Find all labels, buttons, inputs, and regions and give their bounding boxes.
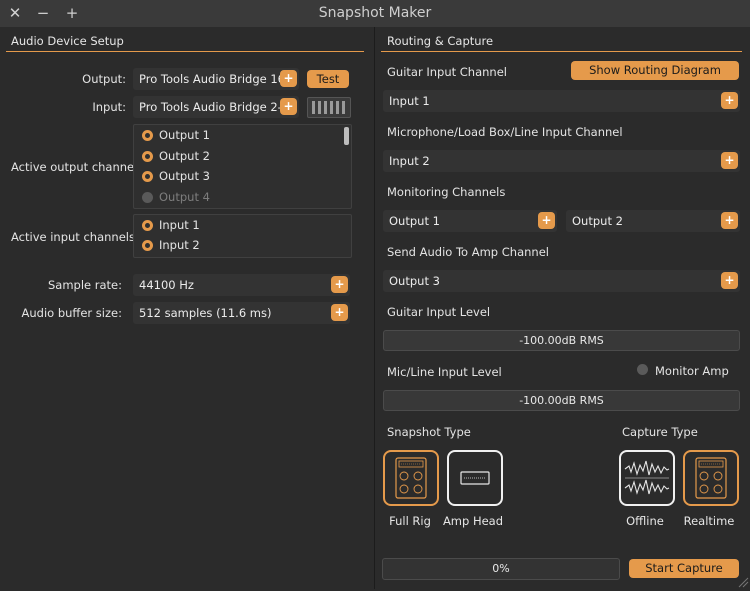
buffer-size-dropdown-icon[interactable]: + (331, 304, 348, 321)
amp-head-option[interactable] (447, 450, 503, 506)
start-capture-button[interactable]: Start Capture (629, 559, 739, 578)
output-channel-label: Output 1 (159, 128, 210, 142)
output-channel-label: Output 4 (159, 190, 210, 204)
output-channel-label: Output 2 (159, 149, 210, 163)
snapshot-type-label: Snapshot Type (387, 425, 471, 439)
offline-option[interactable] (619, 450, 675, 506)
full-rig-option[interactable] (383, 450, 439, 506)
section-underline (381, 51, 742, 52)
realtime-option[interactable] (683, 450, 739, 506)
output-1-checkbox[interactable] (142, 130, 153, 141)
input-channel-label: Input 1 (159, 218, 200, 232)
resize-grip-icon[interactable] (737, 576, 749, 588)
section-underline (6, 51, 364, 52)
output-device-value: Pro Tools Audio Bridge 16 (139, 72, 286, 86)
section-title-routing: Routing & Capture (387, 34, 494, 48)
realtime-label: Realtime (683, 514, 735, 528)
input-level-meter (307, 97, 351, 118)
sample-rate-dropdown-icon[interactable]: + (331, 276, 348, 293)
progress-text: 0% (492, 562, 510, 575)
send-audio-label: Send Audio To Amp Channel (387, 245, 549, 259)
output-label: Output: (82, 72, 126, 86)
capture-type-label: Capture Type (622, 425, 698, 439)
output-channel-label: Output 3 (159, 169, 210, 183)
output-4-checkbox[interactable] (142, 192, 153, 203)
scrollbar-thumb[interactable] (344, 127, 349, 145)
amp-cabinet-icon (395, 457, 427, 499)
guitar-input-select[interactable]: Input 1 (383, 90, 740, 112)
monitor-amp-checkbox[interactable] (637, 364, 648, 375)
guitar-input-dropdown-icon[interactable]: + (721, 92, 738, 109)
show-routing-diagram-button[interactable]: Show Routing Diagram (571, 61, 739, 80)
monitor-left-dropdown-icon[interactable]: + (538, 212, 555, 229)
guitar-input-level-label: Guitar Input Level (387, 305, 491, 319)
input-device-dropdown-icon[interactable]: + (280, 98, 297, 115)
monitor-right-dropdown-icon[interactable]: + (721, 212, 738, 229)
output-device-select[interactable]: Pro Tools Audio Bridge 16 (133, 68, 299, 90)
waveform-icon (624, 460, 670, 495)
monitor-left-select[interactable]: Output 1 (383, 210, 557, 232)
input-label: Input: (92, 100, 126, 114)
monitor-left-value: Output 1 (389, 214, 440, 228)
send-audio-value: Output 3 (389, 274, 440, 288)
amp-head-icon (460, 471, 490, 485)
title-bar: ✕ − + Snapshot Maker (0, 0, 750, 27)
send-audio-dropdown-icon[interactable]: + (721, 272, 738, 289)
sample-rate-label: Sample rate: (47, 278, 122, 292)
monitor-amp-label: Monitor Amp (655, 364, 729, 378)
input-device-select[interactable]: Pro Tools Audio Bridge 2-A (133, 96, 299, 118)
monitor-right-value: Output 2 (572, 214, 623, 228)
mic-line-input-level-label: Mic/Line Input Level (387, 365, 502, 379)
input-1-checkbox[interactable] (142, 220, 153, 231)
mic-input-value: Input 2 (389, 154, 430, 168)
output-2-checkbox[interactable] (142, 151, 153, 162)
active-output-channels-label: Active output channels: (11, 160, 148, 174)
active-input-channels-label: Active input channels: (11, 230, 139, 244)
input-device-value: Pro Tools Audio Bridge 2-A (139, 100, 290, 114)
buffer-size-value: 512 samples (11.6 ms) (139, 306, 272, 320)
capture-progress-bar: 0% (382, 558, 620, 580)
mic-input-channel-label: Microphone/Load Box/Line Input Channel (387, 125, 623, 139)
guitar-input-channel-label: Guitar Input Channel (387, 65, 507, 79)
monitoring-channels-label: Monitoring Channels (387, 185, 506, 199)
guitar-input-value: Input 1 (389, 94, 430, 108)
amp-cabinet-icon (695, 457, 727, 499)
mic-input-select[interactable]: Input 2 (383, 150, 740, 172)
test-button[interactable]: Test (307, 70, 349, 88)
buffer-size-select[interactable]: 512 samples (11.6 ms) (133, 302, 350, 324)
input-channel-label: Input 2 (159, 238, 200, 252)
window-title: Snapshot Maker (318, 5, 432, 21)
output-device-dropdown-icon[interactable]: + (280, 70, 297, 87)
monitor-right-select[interactable]: Output 2 (566, 210, 740, 232)
input-2-checkbox[interactable] (142, 240, 153, 251)
mic-input-dropdown-icon[interactable]: + (721, 152, 738, 169)
amp-head-label: Amp Head (442, 514, 504, 528)
output-3-checkbox[interactable] (142, 171, 153, 182)
send-audio-select[interactable]: Output 3 (383, 270, 740, 292)
buffer-size-label: Audio buffer size: (21, 306, 123, 320)
sample-rate-value: 44100 Hz (139, 278, 194, 292)
sample-rate-select[interactable]: 44100 Hz (133, 274, 350, 296)
section-title-audio-device: Audio Device Setup (11, 34, 124, 48)
guitar-input-level-meter: -100.00dB RMS (383, 330, 740, 351)
mic-line-input-level-meter: -100.00dB RMS (383, 390, 740, 411)
